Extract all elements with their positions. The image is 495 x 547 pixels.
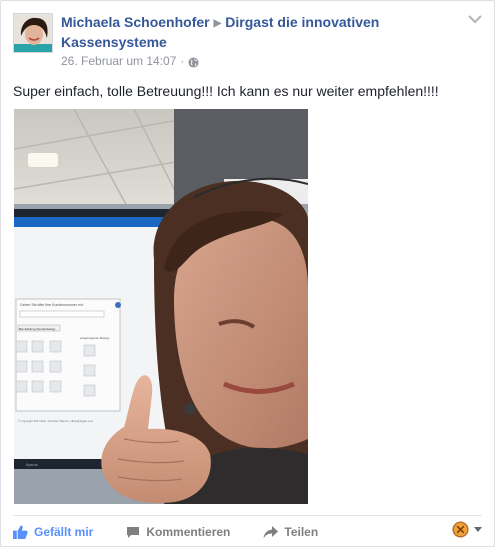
avatar[interactable] <box>13 13 53 53</box>
comment-icon <box>127 526 140 538</box>
post-photo[interactable]: Geben Sie bitte Ihre Kundennummer ein: B… <box>14 109 308 504</box>
post-header-title: Michaela Schoenhofer ▶ Dirgast die innovat… <box>61 13 421 51</box>
caret-down-icon <box>474 527 482 532</box>
field-label-text: eingetragenen Betrag: <box>80 336 110 340</box>
action-bar: Gefällt mir Kommentieren Teilen <box>13 523 351 541</box>
reaction-selector[interactable] <box>452 521 482 538</box>
reaction-emoji-icon <box>452 521 469 538</box>
dialog-prompt-text: Geben Sie bitte Ihre Kundennummer ein: <box>20 303 84 307</box>
globe-icon[interactable] <box>188 56 199 68</box>
post-card: Michaela Schoenhofer ▶ Dirgast die innovat… <box>0 0 495 547</box>
action-divider <box>13 515 482 516</box>
share-label: Teilen <box>284 525 319 539</box>
share-button[interactable]: Teilen <box>263 525 318 539</box>
comment-button[interactable]: Kommentieren <box>126 525 230 539</box>
meta-separator: · <box>180 54 185 68</box>
author-link[interactable]: Michaela Schoenhofer <box>61 14 210 30</box>
share-icon <box>263 525 279 538</box>
like-label: Gefällt mir <box>34 525 94 539</box>
like-button[interactable]: Gefällt mir <box>13 525 93 539</box>
post-meta: 26. Februar um 14:07 · <box>61 53 199 69</box>
monitor-brand-text: Ilyama <box>26 462 39 467</box>
triangle-right-icon: ▶ <box>213 18 222 29</box>
post-text: Super einfach, tolle Betreuung!!! Ich ka… <box>13 83 439 99</box>
thumbs-up-icon <box>13 525 28 539</box>
comment-label: Kommentieren <box>146 525 231 539</box>
timestamp-link[interactable]: 26. Februar um 14:07 <box>61 53 176 69</box>
dropdown-text: Bar-Zahlung (Sonderbeleg) <box>19 327 55 331</box>
chevron-down-icon[interactable] <box>468 11 482 24</box>
screen-footer-text: © Copyright 2017 Elek. Christian Wenzel,… <box>18 419 94 423</box>
